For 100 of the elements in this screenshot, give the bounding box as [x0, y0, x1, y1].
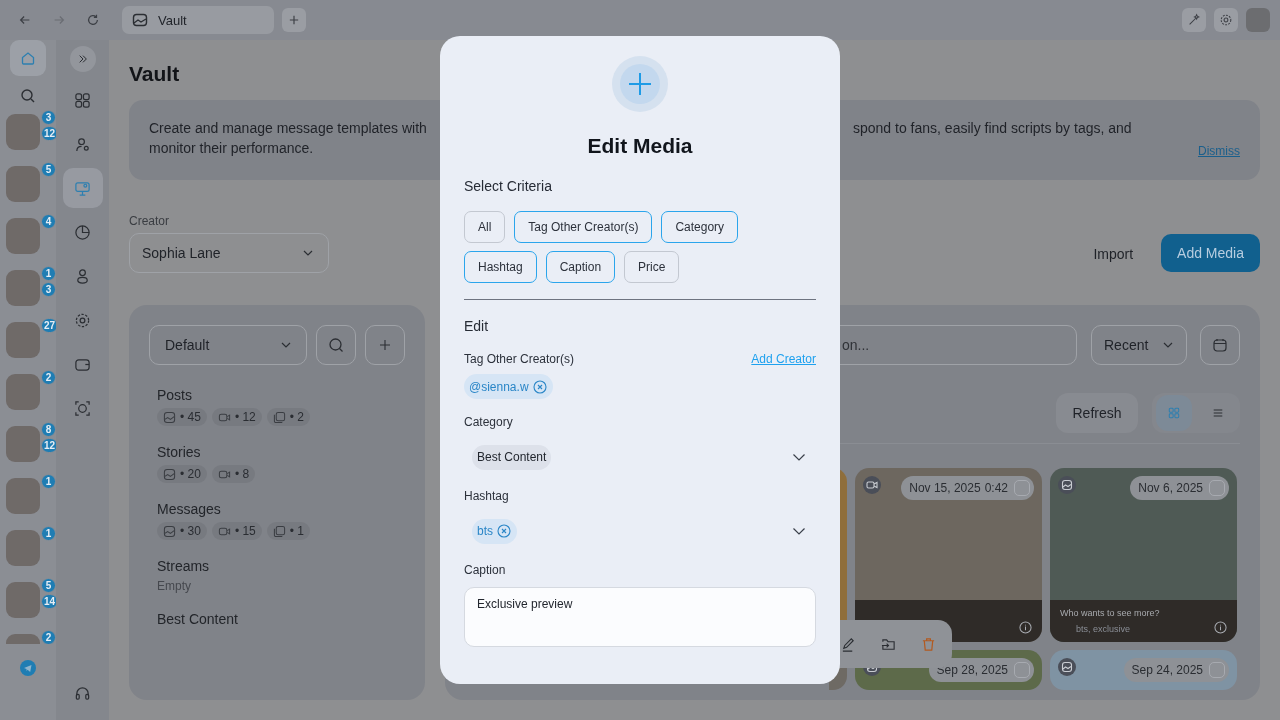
- count-badge: 4: [41, 214, 56, 229]
- new-tab-button[interactable]: [282, 8, 306, 32]
- forward-icon[interactable]: [52, 13, 66, 27]
- search-button[interactable]: [316, 325, 356, 365]
- trash-icon[interactable]: [921, 636, 936, 652]
- hashtag-select[interactable]: bts: [464, 515, 816, 547]
- count-badge: 27: [41, 318, 56, 333]
- add-media-button[interactable]: Add Media: [1161, 234, 1260, 272]
- avatar[interactable]: [6, 114, 40, 150]
- count-badge: 3: [41, 110, 56, 125]
- paper-plane-icon[interactable]: [20, 660, 36, 676]
- hashtag-chip: bts: [472, 518, 517, 544]
- image-icon: [132, 12, 148, 28]
- duration-text: 0:42: [984, 481, 1008, 495]
- category-select[interactable]: Best Content: [464, 441, 816, 473]
- avatar[interactable]: [6, 582, 40, 618]
- media-count: • 45: [157, 408, 207, 426]
- refresh-button[interactable]: Refresh: [1056, 393, 1138, 433]
- settings-icon[interactable]: [1214, 8, 1238, 32]
- criteria-toggle[interactable]: Hashtag: [464, 251, 537, 283]
- criteria-toggle[interactable]: Tag Other Creator(s): [514, 211, 653, 243]
- count-badge: 5: [41, 578, 56, 593]
- section-label: Edit: [464, 318, 489, 334]
- folder-name[interactable]: Posts: [157, 387, 405, 403]
- banner-text: spond to fans, easily find scripts by tags, and: [853, 120, 1133, 136]
- page-title: Vault: [129, 62, 181, 86]
- empty-label: Empty: [157, 579, 192, 593]
- creator-chip: @sienna.w: [464, 374, 553, 399]
- avatar[interactable]: [1246, 8, 1270, 32]
- remove-icon[interactable]: [497, 524, 511, 538]
- folder-name[interactable]: Messages: [157, 501, 405, 517]
- folder-name[interactable]: Best Content: [157, 611, 405, 627]
- avatar[interactable]: [6, 218, 40, 254]
- checkbox[interactable]: [1209, 480, 1225, 496]
- plus-icon: [289, 15, 299, 25]
- media-count: • 2: [266, 408, 310, 426]
- count-badge: 8: [41, 422, 56, 437]
- sort-select[interactable]: Recent: [1091, 325, 1187, 365]
- count-badge: 1: [41, 474, 56, 489]
- folder-move-icon[interactable]: [881, 636, 896, 652]
- home-icon[interactable]: [10, 40, 46, 76]
- calendar-button[interactable]: [1200, 325, 1240, 365]
- image-icon: [163, 467, 176, 481]
- image-icon: [163, 524, 176, 538]
- back-icon[interactable]: [18, 13, 32, 27]
- field-label: Creator: [129, 214, 170, 228]
- avatar[interactable]: [6, 478, 40, 514]
- folder-name[interactable]: Streams: [157, 558, 405, 574]
- checkbox[interactable]: [1014, 662, 1030, 678]
- avatar[interactable]: [6, 426, 40, 462]
- add-creator-link[interactable]: Add Creator: [751, 352, 816, 366]
- media-count: • 30: [157, 522, 207, 540]
- gallery-icon: [272, 410, 286, 424]
- caption-field[interactable]: Exclusive preview: [464, 587, 816, 647]
- media-card[interactable]: Nov 6, 2025 Who wants to see more? bts, exclusive: [1050, 468, 1237, 642]
- avatar[interactable]: [6, 166, 40, 202]
- criteria-toggle[interactable]: Price: [624, 251, 680, 283]
- info-icon[interactable]: [1214, 621, 1227, 634]
- media-count: • 20: [157, 465, 207, 483]
- criteria-toggle[interactable]: Category: [661, 211, 739, 243]
- expand-icon[interactable]: [69, 46, 96, 72]
- folder-select[interactable]: Default: [149, 325, 307, 365]
- checkbox[interactable]: [1014, 480, 1030, 496]
- media-card[interactable]: Sep 24, 2025: [1050, 650, 1237, 690]
- import-button[interactable]: Import: [1093, 235, 1134, 273]
- category-chip: Best Content: [472, 444, 552, 470]
- monitor-gear-icon[interactable]: [62, 168, 103, 208]
- plus-icon: [379, 339, 391, 351]
- date-text: Nov 6, 2025: [1138, 481, 1203, 495]
- criteria-toggle[interactable]: All: [464, 211, 506, 243]
- checkbox[interactable]: [1209, 662, 1225, 678]
- count-badge: 14: [41, 594, 56, 609]
- creator-select[interactable]: Sophia Lane: [129, 233, 329, 273]
- avatar[interactable]: [6, 530, 40, 566]
- avatar[interactable]: [6, 374, 40, 410]
- pencil-icon[interactable]: [841, 636, 856, 652]
- caption-text: Who wants to see more?: [1060, 608, 1160, 618]
- avatar[interactable]: [6, 322, 40, 358]
- search-icon[interactable]: [20, 88, 36, 104]
- headset-icon[interactable]: [74, 685, 91, 702]
- criteria-toggle[interactable]: Caption: [545, 251, 616, 283]
- count-badge: 1: [41, 266, 56, 281]
- avatar[interactable]: [6, 270, 40, 306]
- add-button[interactable]: [365, 325, 405, 365]
- banner-text: monitor their performance.: [149, 140, 315, 156]
- tags-text: bts, exclusive: [1075, 624, 1132, 634]
- field-label: Caption: [464, 563, 506, 577]
- info-icon[interactable]: [1019, 621, 1032, 634]
- search-icon: [328, 337, 344, 353]
- media-count: • 12: [211, 408, 262, 426]
- section-label: Select Criteria: [464, 178, 552, 194]
- browser-tab[interactable]: Vault: [122, 6, 274, 34]
- reload-icon[interactable]: [86, 13, 100, 27]
- banner-text: Create and manage message templates with: [149, 120, 428, 136]
- media-count: • 15: [211, 522, 262, 540]
- grid-view-icon[interactable]: [1156, 395, 1192, 431]
- folder-name[interactable]: Stories: [157, 444, 405, 460]
- media-card[interactable]: Nov 15, 2025 0:42: [855, 468, 1042, 642]
- field-label: Category: [464, 415, 513, 429]
- remove-icon[interactable]: [532, 379, 547, 394]
